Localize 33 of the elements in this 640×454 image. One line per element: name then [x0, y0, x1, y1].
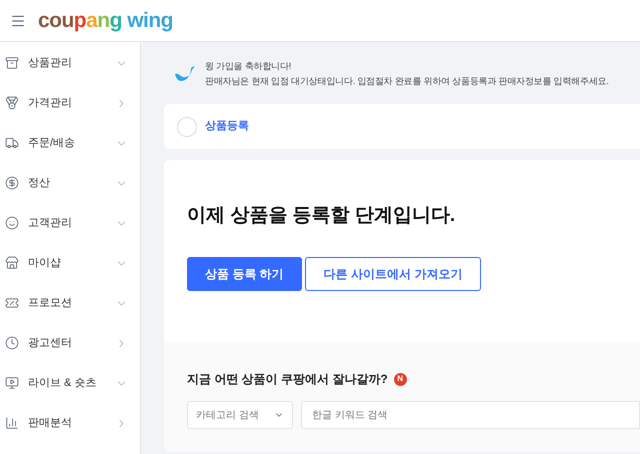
import-button[interactable]: 다른 사이트에서 가져오기: [304, 256, 482, 290]
sidebar-item[interactable]: 주문/배송: [0, 123, 140, 163]
coupon-icon: [5, 296, 19, 310]
bird-icon: [174, 65, 196, 83]
coin-icon: [5, 176, 19, 190]
video-icon: [5, 376, 19, 390]
sidebar-item[interactable]: 프로모션: [0, 283, 140, 323]
welcome-message: 판매자님은 현재 입점 대기상태입니다. 입점절차 완료를 위하여 상품등록과 판매자정보를 입력해주세요.: [205, 75, 609, 88]
step-label[interactable]: 상품등록: [205, 118, 249, 135]
sidebar-item[interactable]: 마이샵: [0, 243, 140, 283]
register-button[interactable]: 상품 등록 하기: [187, 256, 302, 290]
smile-icon: [5, 216, 19, 230]
new-badge: N: [394, 372, 407, 386]
register-heading: 이제 상품을 등록할 단계입니다.: [187, 204, 456, 228]
box-icon: [5, 56, 19, 70]
category-select[interactable]: 카테고리 검색: [187, 401, 293, 429]
sidebar-item[interactable]: 고객관리: [0, 203, 140, 243]
welcome-title: 윙 가입을 축하합니다!: [205, 60, 292, 73]
logo[interactable]: coupang wing: [38, 10, 173, 31]
sidebar-item[interactable]: 가격관리: [0, 83, 140, 123]
sidebar-item[interactable]: 라이브 & 숏츠: [0, 363, 140, 403]
bar-chart-icon: [5, 416, 19, 430]
step-checkbox[interactable]: [177, 116, 197, 136]
keyword-search-field[interactable]: 한글 키워드 검색: [301, 401, 640, 429]
sidebar-item[interactable]: 판매분석: [0, 403, 140, 443]
trend-heading: 지금 어떤 상품이 쿠팡에서 잘나갈까?: [187, 371, 388, 388]
medal-icon: [5, 96, 19, 110]
sidebar-item[interactable]: 상품관리: [0, 43, 140, 83]
sidebar-item[interactable]: 정산: [0, 163, 140, 203]
clock-icon: [5, 336, 19, 350]
truck-icon: [5, 136, 19, 150]
shop-icon: [5, 256, 19, 270]
sidebar-item[interactable]: 광고센터: [0, 323, 140, 363]
